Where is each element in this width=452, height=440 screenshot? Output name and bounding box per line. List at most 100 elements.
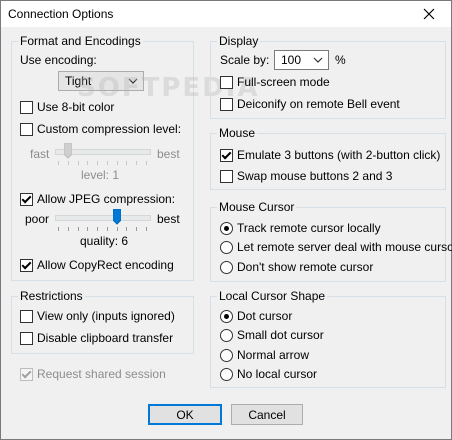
display-label: Display — [217, 34, 261, 48]
shared-session-label: Request shared session — [37, 367, 166, 381]
slider-tick — [58, 227, 59, 231]
ok-button[interactable]: OK — [148, 404, 222, 425]
mouse-cursor-option-label: Let remote server deal with mouse cursor — [237, 240, 452, 254]
custom-compression-box[interactable] — [20, 122, 33, 136]
slider-tick — [97, 227, 99, 231]
view-only-checkbox[interactable]: View only (inputs ignored) — [20, 309, 175, 323]
local-cursor-label: Local Cursor Shape — [217, 289, 328, 303]
allow-jpeg-label: Allow JPEG compression: — [37, 192, 176, 206]
slider-tick — [58, 161, 59, 165]
slider-tick — [67, 161, 69, 165]
use-encoding-label: Use encoding: — [20, 53, 97, 67]
local-cursor-option-dot[interactable]: Dot cursor — [220, 309, 292, 323]
allow-copyrect-checkbox[interactable]: Allow CopyRect encoding — [20, 258, 174, 272]
emulate3-box[interactable] — [220, 148, 233, 162]
local-cursor-radio-0[interactable] — [220, 309, 233, 323]
slider-tick — [87, 161, 89, 165]
view-only-box[interactable] — [20, 309, 33, 323]
local-cursor-radio-1[interactable] — [220, 328, 233, 342]
local-cursor-radio-3[interactable] — [220, 367, 233, 381]
full-screen-box[interactable] — [220, 75, 233, 89]
scale-unit: % — [335, 53, 346, 67]
custom-compression-checkbox[interactable]: Custom compression level: — [20, 122, 181, 136]
view-only-label: View only (inputs ignored) — [37, 309, 175, 323]
swap-buttons-checkbox[interactable]: Swap mouse buttons 2 and 3 — [220, 169, 392, 183]
scale-by-label: Scale by: — [220, 53, 270, 67]
emulate3-checkbox[interactable]: Emulate 3 buttons (with 2-button click) — [220, 148, 440, 162]
disable-clipboard-checkbox[interactable]: Disable clipboard transfer — [20, 331, 173, 345]
local-cursor-option-label: Normal arrow — [237, 348, 310, 362]
allow-copyrect-label: Allow CopyRect encoding — [37, 258, 174, 272]
local-cursor-option-small-dot[interactable]: Small dot cursor — [220, 328, 324, 342]
slider-tick — [67, 227, 69, 231]
disable-clipboard-box[interactable] — [20, 331, 33, 345]
local-cursor-option-none[interactable]: No local cursor — [220, 367, 317, 381]
quality-value: quality: 6 — [80, 234, 129, 248]
format-encodings-label: Format and Encodings — [18, 34, 143, 48]
mouse-cursor-radio-2[interactable] — [220, 260, 233, 274]
title-bar[interactable]: Connection Options — [1, 1, 451, 27]
full-screen-label: Full-screen mode — [237, 75, 330, 89]
shared-session-box[interactable] — [20, 367, 33, 381]
scale-select-value: 100 — [281, 53, 302, 67]
swap-buttons-label: Swap mouse buttons 2 and 3 — [237, 169, 393, 183]
use-8bit-checkbox[interactable]: Use 8-bit color — [20, 100, 114, 114]
mouse-cursor-radio-1[interactable] — [220, 240, 233, 254]
slider-tick — [106, 227, 108, 231]
mouse-label: Mouse — [217, 126, 258, 140]
local-cursor-radio-2[interactable] — [220, 348, 233, 362]
deiconify-checkbox[interactable]: Deiconify on remote Bell event — [220, 97, 400, 111]
disable-clipboard-label: Disable clipboard transfer — [37, 331, 174, 345]
deiconify-label: Deiconify on remote Bell event — [237, 97, 400, 111]
window-title: Connection Options — [8, 7, 114, 21]
full-screen-checkbox[interactable]: Full-screen mode — [220, 75, 330, 89]
custom-compression-label: Custom compression level: — [37, 122, 182, 136]
cancel-button-label: Cancel — [248, 407, 286, 422]
quality-min-label: poor — [25, 212, 50, 226]
scale-select[interactable]: 100 — [274, 50, 329, 70]
slider-tick — [77, 161, 79, 165]
allow-jpeg-checkbox[interactable]: Allow JPEG compression: — [20, 192, 175, 206]
slider-tick — [146, 161, 147, 165]
close-icon — [423, 8, 435, 20]
slider-tick — [97, 161, 99, 165]
compression-value: level: 1 — [81, 168, 120, 182]
emulate3-label: Emulate 3 buttons (with 2-button click) — [237, 148, 441, 162]
cancel-button[interactable]: Cancel — [231, 404, 303, 425]
use-8bit-box[interactable] — [20, 100, 33, 114]
slider-tick — [136, 161, 138, 165]
mouse-cursor-option-track[interactable]: Track remote cursor locally — [220, 221, 381, 235]
ok-button-label: OK — [176, 407, 194, 422]
quality-slider-track[interactable] — [55, 215, 151, 221]
local-cursor-option-label: Small dot cursor — [237, 328, 324, 342]
slider-tick — [116, 161, 118, 165]
mouse-cursor-radio-0[interactable] — [220, 221, 233, 235]
allow-copyrect-box[interactable] — [20, 258, 33, 272]
mouse-cursor-option-label: Don't show remote cursor — [237, 260, 374, 274]
mouse-cursor-label: Mouse Cursor — [217, 200, 297, 214]
swap-buttons-box[interactable] — [220, 169, 233, 183]
use-8bit-label: Use 8-bit color — [37, 100, 115, 114]
quality-max-label: best — [157, 212, 180, 226]
slider-tick — [77, 227, 79, 231]
compression-max-label: best — [157, 147, 180, 161]
mouse-cursor-option-label: Track remote cursor locally — [237, 221, 381, 235]
slider-tick — [126, 161, 128, 165]
deiconify-box[interactable] — [220, 97, 233, 111]
restrictions-group: Restrictions — [11, 289, 194, 354]
local-cursor-option-arrow[interactable]: Normal arrow — [220, 348, 309, 362]
compression-min-label: fast — [30, 147, 50, 161]
compression-slider-thumb[interactable] — [63, 143, 72, 159]
shared-session-checkbox[interactable]: Request shared session — [20, 367, 166, 381]
slider-tick — [106, 161, 108, 165]
close-button[interactable] — [407, 1, 451, 27]
slider-tick — [126, 227, 128, 231]
chevron-down-icon — [313, 57, 323, 63]
mouse-cursor-option-hide[interactable]: Don't show remote cursor — [220, 260, 373, 274]
mouse-cursor-option-server[interactable]: Let remote server deal with mouse cursor — [220, 240, 452, 254]
allow-jpeg-box[interactable] — [20, 192, 33, 206]
slider-tick — [116, 227, 118, 231]
connection-options-dialog: Connection Options Format and Encodings … — [0, 0, 452, 440]
quality-slider-thumb[interactable] — [112, 209, 121, 225]
slider-tick — [87, 227, 89, 231]
